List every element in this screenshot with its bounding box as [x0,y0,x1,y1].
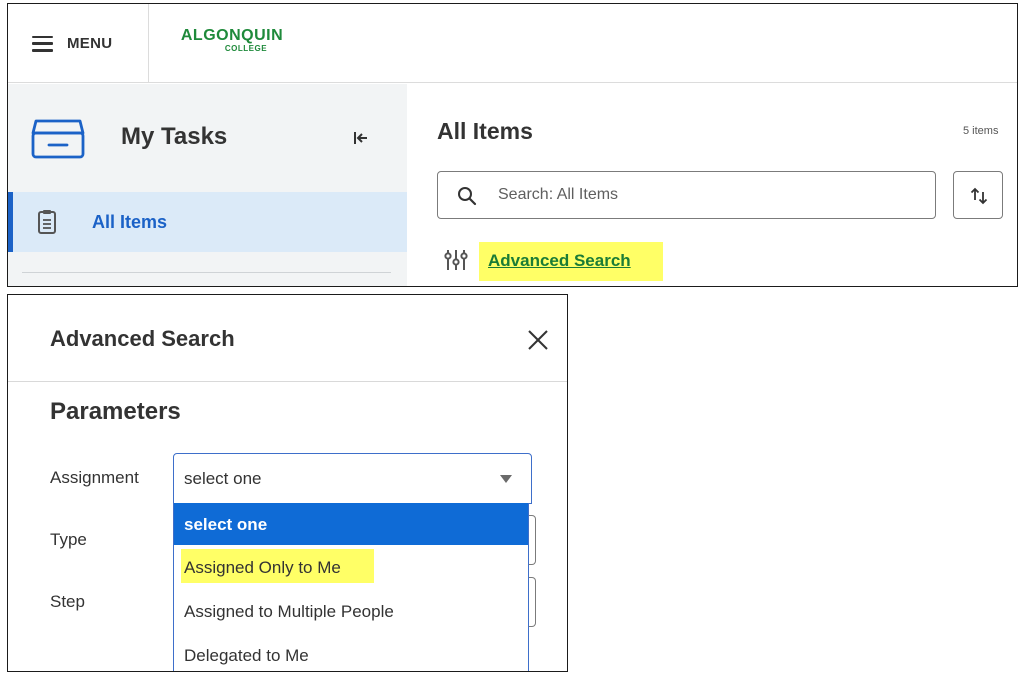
dropdown-option-delegated-to-me[interactable]: Delegated to Me [174,633,528,671]
sidebar-title: My Tasks [121,123,228,150]
sidebar [8,84,407,286]
caret-down-icon [500,475,512,483]
option-label: Assigned to Multiple People [184,602,394,621]
my-tasks-screen: MENU ALGONQUIN COLLEGE My Tasks All Item… [7,3,1018,287]
type-label: Type [50,530,87,549]
assignment-select[interactable]: select one [173,453,532,504]
collapse-sidebar-icon[interactable] [351,128,371,148]
advanced-search-dialog: Advanced Search Parameters Assignment Ty… [7,294,568,672]
step-label: Step [50,592,85,611]
search-input[interactable] [498,184,918,206]
menu-label: MENU [67,35,113,52]
advanced-search-link[interactable]: Advanced Search [479,242,663,281]
search-field[interactable] [437,171,936,219]
option-label: Delegated to Me [184,646,309,665]
inbox-tray-icon [30,118,86,165]
advanced-search-link-label: Advanced Search [488,251,631,270]
sidebar-divider [22,272,391,273]
algonquin-logo[interactable]: ALGONQUIN COLLEGE [176,28,288,60]
page-title: All Items [437,118,533,144]
dropdown-option-assigned-only-to-me[interactable]: Assigned Only to Me [174,545,528,587]
sidebar-item-all-items[interactable]: All Items [8,192,407,252]
dropdown-option-select-one[interactable]: select one [174,503,528,545]
clipboard-list-icon [37,209,57,240]
dropdown-option-assigned-to-multiple-people[interactable]: Assigned to Multiple People [174,589,528,631]
menu-button[interactable]: MENU [8,4,149,83]
assignment-dropdown-list: select one Assigned Only to Me Assigned … [173,503,529,671]
option-label: select one [184,515,268,534]
logo-subtext: COLLEGE [224,44,268,53]
logo-text: ALGONQUIN [180,27,284,44]
sort-button[interactable] [953,171,1003,219]
sidebar-item-label: All Items [92,212,168,232]
search-icon [457,186,477,211]
option-label: Assigned Only to Me [184,558,341,577]
item-count: 5 items [963,125,999,137]
filter-sliders-icon [444,248,468,277]
close-icon[interactable] [526,328,550,352]
assignment-selected-value: select one [184,469,262,488]
dialog-title: Advanced Search [50,326,235,351]
sort-arrows-icon [968,185,990,212]
section-title: Parameters [50,398,181,425]
dialog-divider [8,381,567,382]
assignment-label: Assignment [50,468,139,487]
top-navigation-bar: MENU ALGONQUIN COLLEGE [8,4,1017,83]
hamburger-icon [32,35,53,52]
